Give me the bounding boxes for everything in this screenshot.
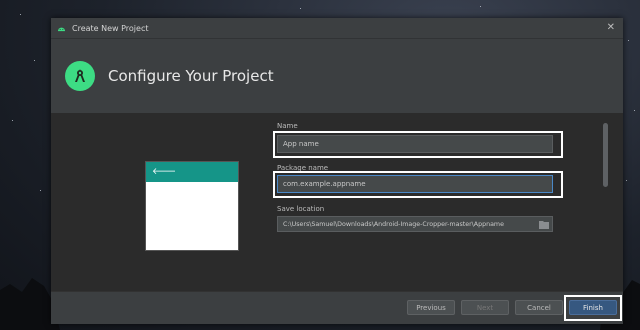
finish-button-highlight: [564, 295, 622, 321]
package-name-highlight: [273, 171, 563, 198]
page-title: Configure Your Project: [108, 67, 274, 85]
save-location-label: Save location: [277, 205, 325, 213]
save-location-field[interactable]: C:\Users\Samuel\Downloads\Android-Image-…: [277, 216, 553, 232]
close-icon[interactable]: ✕: [607, 22, 615, 33]
configure-form-area: 🡐 Name App name Package name com.example…: [51, 113, 623, 293]
name-label: Name: [277, 122, 298, 130]
star: [40, 190, 41, 191]
star: [300, 8, 301, 9]
cancel-button[interactable]: Cancel: [515, 300, 563, 315]
title-bar: Create New Project ✕: [51, 18, 623, 38]
star: [628, 40, 629, 41]
previous-button[interactable]: Previous: [407, 300, 455, 315]
arrow-left-icon: 🡐: [152, 166, 177, 177]
next-button[interactable]: Next: [461, 300, 509, 315]
star: [20, 14, 21, 15]
android-studio-icon: [65, 61, 95, 91]
star: [480, 6, 481, 7]
star: [626, 180, 627, 181]
activity-preview: 🡐: [145, 161, 239, 251]
create-project-dialog: Create New Project ✕ Configure Your Proj…: [51, 18, 623, 324]
name-field-highlight: [273, 131, 563, 158]
dialog-header: Configure Your Project: [51, 38, 623, 113]
star: [34, 60, 35, 61]
preview-toolbar: 🡐: [146, 162, 238, 182]
star: [12, 120, 13, 121]
window-title: Create New Project: [72, 23, 149, 33]
folder-icon[interactable]: [539, 220, 549, 229]
save-location-value: C:\Users\Samuel\Downloads\Android-Image-…: [283, 220, 504, 228]
scrollbar[interactable]: [603, 123, 608, 187]
star: [634, 110, 635, 111]
dialog-footer: Previous Next Cancel Finish: [51, 291, 623, 324]
android-icon: [58, 27, 65, 31]
